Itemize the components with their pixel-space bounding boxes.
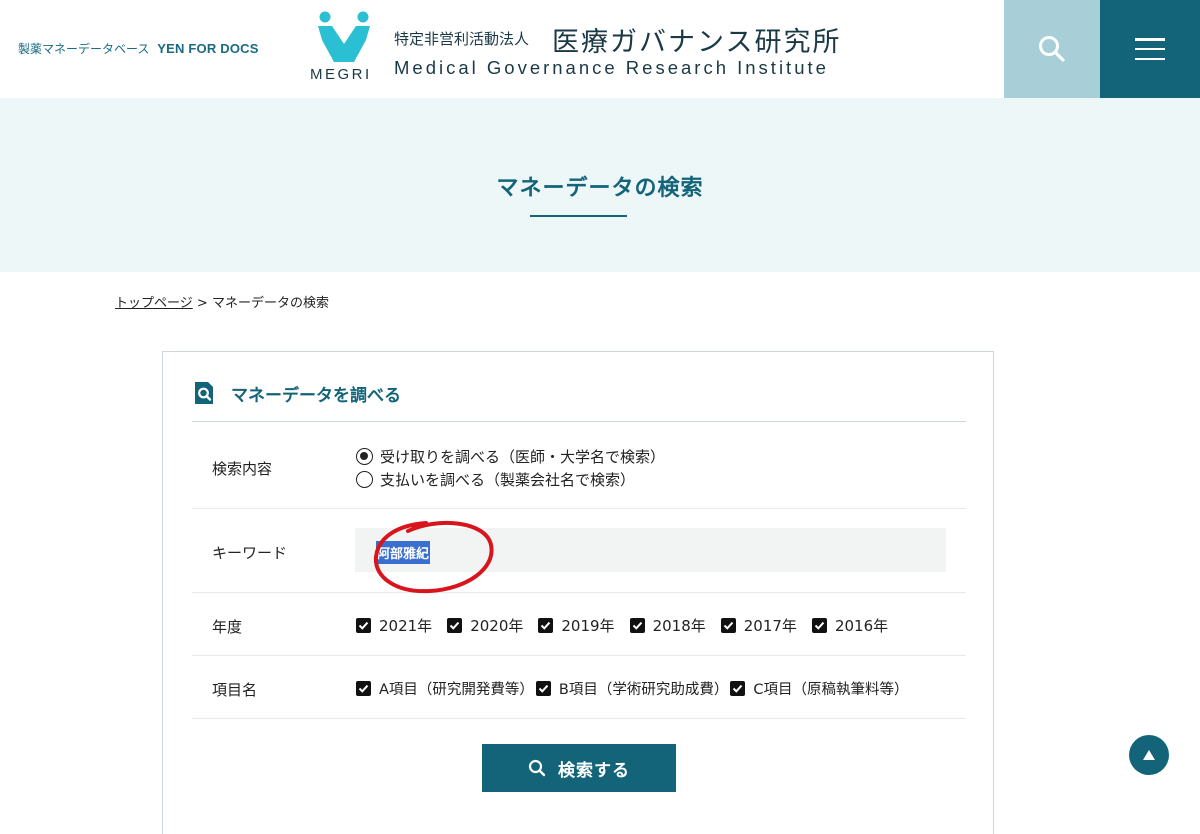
category-row: 項目名 A項目（研究開発費等） B項目（学術研究助成費） C項目（原稿執筆料等） <box>192 656 966 719</box>
search-icon <box>528 759 546 777</box>
checkbox-label: C項目（原稿執筆料等） <box>753 682 909 698</box>
checkbox-checked[interactable] <box>535 681 551 696</box>
category-checkbox-group: A項目（研究開発費等） B項目（学術研究助成費） C項目（原稿執筆料等） <box>356 678 909 699</box>
document-search-icon <box>195 382 213 404</box>
card-title: マネーデータを調べる <box>231 385 401 406</box>
checkbox-checked[interactable] <box>629 618 645 633</box>
year-checkbox-group: 2021年 2020年 2019年 2018年 2017年 2016年 <box>356 615 888 636</box>
checkbox-label: 2020年 <box>470 617 524 635</box>
megri-logo-mark[interactable] <box>316 10 372 66</box>
header-menu-button[interactable] <box>1100 0 1200 98</box>
year-row: 年度 2021年 2020年 2019年 2018年 2017年 2016年 <box>192 593 966 656</box>
page-title: マネーデータの検索 <box>496 176 704 201</box>
year-checkbox-2017[interactable]: 2017年 <box>720 615 797 636</box>
checkbox-label: 2021年 <box>379 617 433 635</box>
breadcrumb-current: マネーデータの検索 <box>211 296 329 311</box>
keyword-input[interactable] <box>355 528 946 572</box>
search-button-label: 検索する <box>558 760 630 781</box>
radio-option-pay[interactable]: 支払いを調べる（製薬会社名で検索） <box>356 469 635 490</box>
category-checkbox-c[interactable]: C項目（原稿執筆料等） <box>730 678 909 699</box>
year-checkbox-2020[interactable]: 2020年 <box>447 615 523 636</box>
org-name-en: Medical Governance Research Institute <box>394 57 829 78</box>
radio-button-selected[interactable] <box>356 448 373 465</box>
search-form-card: マネーデータを調べる 検索内容 受け取りを調べる（医師・大学名で検索） 支払いを… <box>162 351 994 834</box>
radio-button[interactable] <box>356 471 373 488</box>
search-icon <box>1039 36 1065 62</box>
year-checkbox-2019[interactable]: 2019年 <box>538 615 615 636</box>
radio-option-receive[interactable]: 受け取りを調べる（医師・大学名で検索） <box>356 446 665 467</box>
logo-wordmark: MEGRI <box>310 66 372 83</box>
site-tag-jp: 製薬マネーデータベース <box>18 42 150 56</box>
category-label: 項目名 <box>212 681 258 699</box>
keyword-label: キーワード <box>212 544 288 562</box>
search-type-label: 検索内容 <box>212 460 273 478</box>
radio-option-label: 支払いを調べる（製薬会社名で検索） <box>380 471 636 489</box>
checkbox-label: 2016年 <box>834 617 889 635</box>
checkbox-checked[interactable] <box>447 618 463 633</box>
year-checkbox-2016[interactable]: 2016年 <box>811 615 889 636</box>
checkbox-label: 2019年 <box>561 617 615 635</box>
checkbox-checked[interactable] <box>356 618 371 633</box>
org-type: 特定非営利活動法人 <box>394 30 530 48</box>
checkbox-checked[interactable] <box>538 618 554 633</box>
checkbox-label: A項目（研究開発費等） <box>379 682 534 698</box>
arrow-up-icon <box>1143 750 1155 760</box>
checkbox-checked[interactable] <box>720 618 736 633</box>
page-title-band: マネーデータの検索 <box>0 98 1200 272</box>
title-underline <box>530 215 627 217</box>
checkbox-checked[interactable] <box>356 681 371 696</box>
category-checkbox-b[interactable]: B項目（学術研究助成費） <box>535 678 729 699</box>
checkbox-label: B項目（学術研究助成費） <box>558 682 729 698</box>
site-tag-en: YEN FOR DOCS <box>157 41 259 56</box>
checkbox-checked[interactable] <box>730 681 746 696</box>
breadcrumb: トップページ > マネーデータの検索 <box>115 292 329 311</box>
site-header: 製薬マネーデータベース YEN FOR DOCS MEGRI 特定非営利活動法人… <box>0 0 1200 98</box>
checkbox-checked[interactable] <box>811 618 827 633</box>
category-checkbox-a[interactable]: A項目（研究開発費等） <box>356 678 534 699</box>
checkbox-label: 2017年 <box>743 617 797 635</box>
keyword-row: キーワード 阿部雅紀 <box>192 509 966 594</box>
breadcrumb-home-link[interactable]: トップページ <box>115 296 193 311</box>
breadcrumb-separator: > <box>196 296 208 311</box>
radio-option-label: 受け取りを調べる（医師・大学名で検索） <box>380 448 666 466</box>
year-checkbox-2021[interactable]: 2021年 <box>356 615 432 636</box>
hamburger-icon <box>1135 38 1165 60</box>
header-search-button[interactable] <box>1004 0 1100 98</box>
checkbox-label: 2018年 <box>652 617 706 635</box>
keyword-input-value: 阿部雅紀 <box>376 541 431 564</box>
site-tagline[interactable]: 製薬マネーデータベース YEN FOR DOCS <box>18 40 259 57</box>
search-submit-button[interactable]: 検索する <box>482 744 676 792</box>
year-label: 年度 <box>212 618 243 636</box>
search-type-row: 検索内容 受け取りを調べる（医師・大学名で検索） 支払いを調べる（製薬会社名で検… <box>192 422 966 509</box>
year-checkbox-2018[interactable]: 2018年 <box>629 615 706 636</box>
back-to-top-button[interactable] <box>1129 735 1169 775</box>
card-header: マネーデータを調べる <box>193 380 401 406</box>
org-name: 医療ガバナンス研究所 <box>552 27 842 58</box>
